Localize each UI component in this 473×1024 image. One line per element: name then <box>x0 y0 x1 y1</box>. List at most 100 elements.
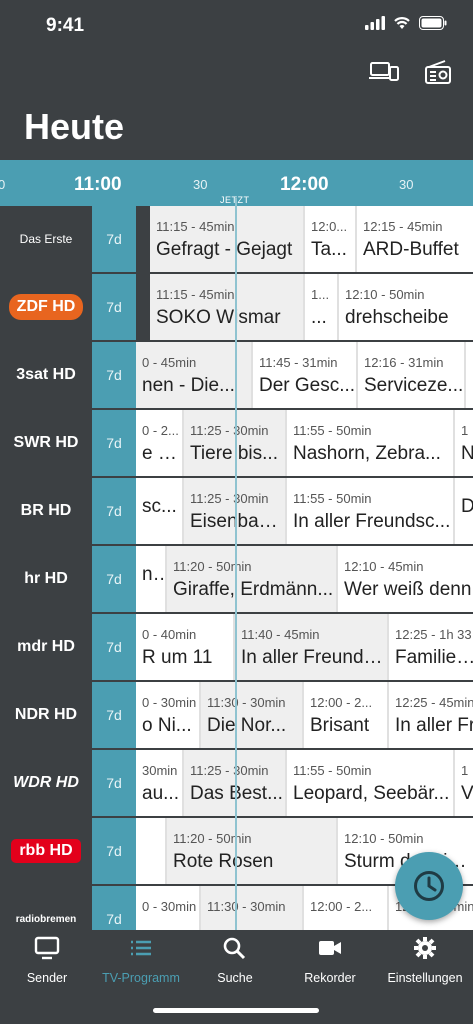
tv-icon <box>34 936 60 960</box>
archive-7d-button[interactable]: 7d <box>92 410 136 478</box>
program-title: Die Nor... <box>207 715 287 736</box>
channel-radio-bremen-logo[interactable]: radiobremen <box>0 886 92 930</box>
program-cell[interactable]: 12:10 - 45min Wer weiß denn <box>338 546 473 612</box>
program-cell[interactable]: 11:20 - 50min Giraffe, Erdmänn... <box>167 546 338 612</box>
archive-7d-button[interactable]: 7d <box>92 274 136 342</box>
tab-rekorder[interactable]: Rekorder <box>283 936 377 985</box>
tab-einstellungen[interactable]: Einstellungen <box>378 936 472 985</box>
program-cell[interactable]: 11:30 - 30min Die Nor... <box>201 682 304 748</box>
program-cell[interactable]: 11:15 - 45min Gefragt - Gejagt <box>150 206 305 272</box>
tab-tv-programm[interactable]: TV-Programm <box>94 936 188 985</box>
program-cell[interactable] <box>136 818 167 884</box>
status-bar: 9:41 <box>0 0 473 50</box>
program-title: R um 11 <box>142 647 213 668</box>
program-title: Der Gesc... <box>259 375 356 396</box>
tab-label: TV-Programm <box>102 971 180 985</box>
battery-icon <box>419 16 447 30</box>
program-time: 12:25 - 45min <box>395 695 473 710</box>
program-cell[interactable]: 11:20 - 50min Rote Rosen <box>167 818 338 884</box>
archive-7d-button[interactable]: 7d <box>92 342 136 410</box>
program-title: Familie Re <box>395 647 473 668</box>
program-cell[interactable]: 0 - 30min o Ni... <box>136 682 201 748</box>
tab-suche[interactable]: Suche <box>188 936 282 985</box>
program-time: 12:0... <box>311 219 348 234</box>
channel-hr-hd-logo[interactable]: hr HD <box>0 546 92 612</box>
program-cell[interactable]: 12:10 - 50min drehscheibe <box>339 274 473 340</box>
program-cell[interactable]: 12:25 - 1h 33 Familie Re <box>389 614 473 680</box>
program-title: ... <box>311 307 327 328</box>
program-cell[interactable] <box>466 342 473 408</box>
program-cell[interactable]: sc... <box>136 478 184 544</box>
hr-hd-logo: hr HD <box>24 570 68 587</box>
channel-3sat-hd-logo[interactable]: 3sat HD <box>0 342 92 408</box>
tab-label: Suche <box>217 971 253 985</box>
clock-icon <box>414 871 444 901</box>
program-cell[interactable]: 12:25 - 45min In aller Fr <box>389 682 473 748</box>
program-title: Nashorn, Zebra... <box>293 443 441 464</box>
program-cell[interactable]: 0 - 40min R um 11 <box>136 614 235 680</box>
program-cell[interactable]: 11:40 - 45min In aller Freunds... <box>235 614 389 680</box>
program-cell[interactable]: 12:15 - 45min ARD-Buffet <box>357 206 473 272</box>
program-cell[interactable]: 0 - 2... e b... <box>136 410 184 476</box>
channel-ndr-hd-logo[interactable]: NDR HD <box>0 682 92 748</box>
br-hd-logo: BR HD <box>20 502 72 519</box>
program-cell[interactable]: 11:55 - 50min In aller Freundsc... <box>287 478 455 544</box>
program-cell[interactable]: 11:15 - 45min SOKO Wismar <box>150 274 305 340</box>
program-cell[interactable]: 30min au... <box>136 750 184 816</box>
archive-7d-button[interactable]: 7d <box>92 682 136 750</box>
program-title: au... <box>142 783 179 804</box>
program-time: 1 <box>461 763 469 778</box>
tab-sender[interactable]: Sender <box>0 936 94 985</box>
archive-7d-button[interactable]: 7d <box>92 818 136 886</box>
channel-zdf-hd-logo[interactable]: ZDF HD <box>0 274 92 340</box>
radio-bremen-logo: radiobremen <box>15 913 77 925</box>
program-cell[interactable]: 11:45 - 31min Der Gesc... <box>253 342 358 408</box>
program-title: In aller Fr <box>395 715 473 736</box>
program-title: n... <box>142 564 165 585</box>
3sat-hd-logo: 3sat HD <box>16 366 76 383</box>
archive-7d-button[interactable]: 7d <box>92 614 136 682</box>
program-title: In aller Freundsc... <box>293 511 451 532</box>
timeline-tick: 11:00 <box>74 174 122 195</box>
program-cell[interactable]: 0 - 30min <box>136 886 201 930</box>
program-cell[interactable]: 1V <box>455 750 473 816</box>
channel-mdr-hd-logo[interactable]: mdr HD <box>0 614 92 680</box>
program-time: 0 - 40min <box>142 627 197 642</box>
archive-7d-button[interactable]: 7d <box>92 478 136 546</box>
program-time: 0 - 30min <box>142 695 197 710</box>
program-title: o Ni... <box>142 715 192 736</box>
program-cell[interactable]: 1...... <box>305 274 339 340</box>
program-time: 11:30 - 30min <box>207 899 286 914</box>
program-cell[interactable]: 11:55 - 50min Leopard, Seebär... <box>287 750 455 816</box>
program-time: 0 - 30min <box>142 899 197 914</box>
archive-7d-button[interactable]: 7d <box>92 546 136 614</box>
channel-br-hd-logo[interactable]: BR HD <box>0 478 92 544</box>
program-cell[interactable]: 12:00 - 2... <box>304 886 389 930</box>
radio-icon[interactable] <box>425 60 451 84</box>
archive-7d-button[interactable]: 7d <box>92 886 136 930</box>
channel-rbb-hd-logo[interactable]: rbb HD <box>0 818 92 884</box>
jump-to-now-button[interactable] <box>395 852 463 920</box>
channel-das-erste-logo[interactable]: Das Erste <box>0 206 92 272</box>
page-title: Heute <box>24 106 125 147</box>
channel-wdr-hd-logo[interactable]: WDR HD <box>0 750 92 816</box>
program-cell[interactable]: 12:0... Ta... <box>305 206 357 272</box>
program-title: D <box>461 496 473 518</box>
program-time: 12:16 - 31min <box>364 355 444 370</box>
tab-label: Sender <box>26 971 68 985</box>
list-icon <box>131 940 151 956</box>
program-cell[interactable]: 12:16 - 31min Serviceze... <box>358 342 466 408</box>
program-cell[interactable]: 11:55 - 50min Nashorn, Zebra... <box>287 410 455 476</box>
timeline-tick: 12:00 <box>280 174 329 195</box>
archive-7d-button[interactable]: 7d <box>92 206 136 274</box>
program-cell[interactable]: n... <box>136 546 167 612</box>
program-cell[interactable]: D <box>455 478 473 544</box>
program-cell[interactable]: 11:30 - 30min <box>201 886 304 930</box>
wdr-hd-logo: WDR HD <box>13 774 79 791</box>
program-cell[interactable]: 1N <box>455 410 473 476</box>
devices-icon[interactable] <box>369 60 399 82</box>
channel-swr-hd-logo[interactable]: SWR HD <box>0 410 92 476</box>
program-cell[interactable]: 12:00 - 2... Brisant <box>304 682 389 748</box>
archive-7d-button[interactable]: 7d <box>92 750 136 818</box>
status-icons <box>365 16 447 30</box>
